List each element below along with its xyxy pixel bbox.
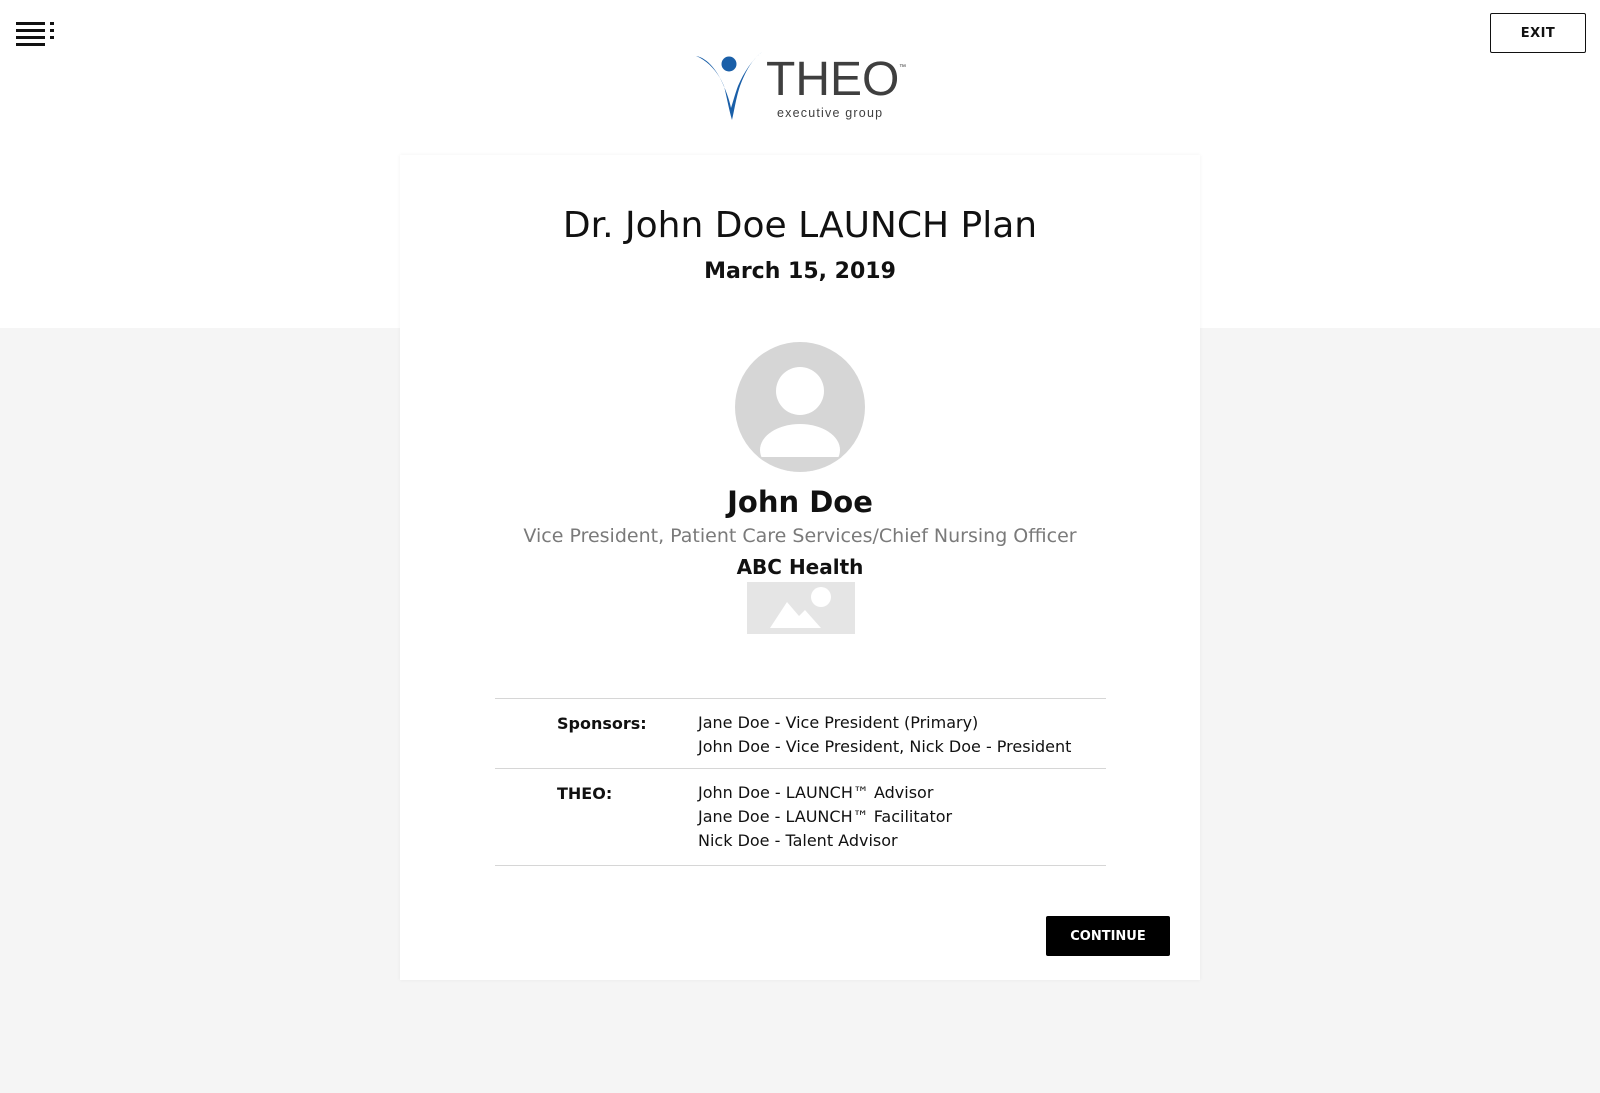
row-values: John Doe - LAUNCH™ Advisor Jane Doe - LA… bbox=[698, 781, 952, 853]
continue-button[interactable]: CONTINUE bbox=[1046, 916, 1170, 956]
theo-figure-icon bbox=[696, 52, 762, 120]
page-title: Dr. John Doe LAUNCH Plan bbox=[562, 205, 1038, 246]
plan-date: March 15, 2019 bbox=[704, 259, 896, 284]
logo-trademark: ™ bbox=[899, 64, 906, 71]
row-values: Jane Doe - Vice President (Primary) John… bbox=[698, 711, 1071, 759]
list-item: Nick Doe - Talent Advisor bbox=[698, 831, 898, 850]
organization-logo bbox=[747, 582, 855, 634]
list-item: John Doe - LAUNCH™ Advisor bbox=[698, 783, 934, 802]
list-item: John Doe - Vice President, Nick Doe - Pr… bbox=[698, 737, 1072, 756]
plan-card: Dr. John Doe LAUNCH Plan March 15, 2019 … bbox=[400, 155, 1200, 980]
logo-wordmark: THEO bbox=[766, 53, 900, 106]
team-row-sponsors: Sponsors: Jane Doe - Vice President (Pri… bbox=[495, 698, 1106, 768]
menu-icon[interactable] bbox=[16, 22, 56, 46]
person-title: Vice President, Patient Care Services/Ch… bbox=[523, 525, 1077, 547]
row-label: Sponsors: bbox=[557, 714, 647, 733]
logo-tagline: executive group bbox=[777, 106, 884, 120]
person-name: John Doe bbox=[727, 485, 873, 519]
list-item: Jane Doe - Vice President (Primary) bbox=[698, 713, 979, 732]
theo-logo: THEO ™ executive group bbox=[694, 50, 912, 124]
team-table: Sponsors: Jane Doe - Vice President (Pri… bbox=[495, 698, 1106, 866]
team-row-theo: THEO: John Doe - LAUNCH™ Advisor Jane Do… bbox=[495, 768, 1106, 866]
image-placeholder-icon bbox=[747, 582, 855, 634]
organization-name: ABC Health bbox=[736, 555, 864, 579]
avatar bbox=[735, 342, 865, 472]
user-placeholder-icon bbox=[735, 342, 865, 472]
list-item: Jane Doe - LAUNCH™ Facilitator bbox=[698, 807, 953, 826]
exit-button[interactable]: EXIT bbox=[1490, 13, 1586, 53]
row-label: THEO: bbox=[557, 784, 613, 803]
